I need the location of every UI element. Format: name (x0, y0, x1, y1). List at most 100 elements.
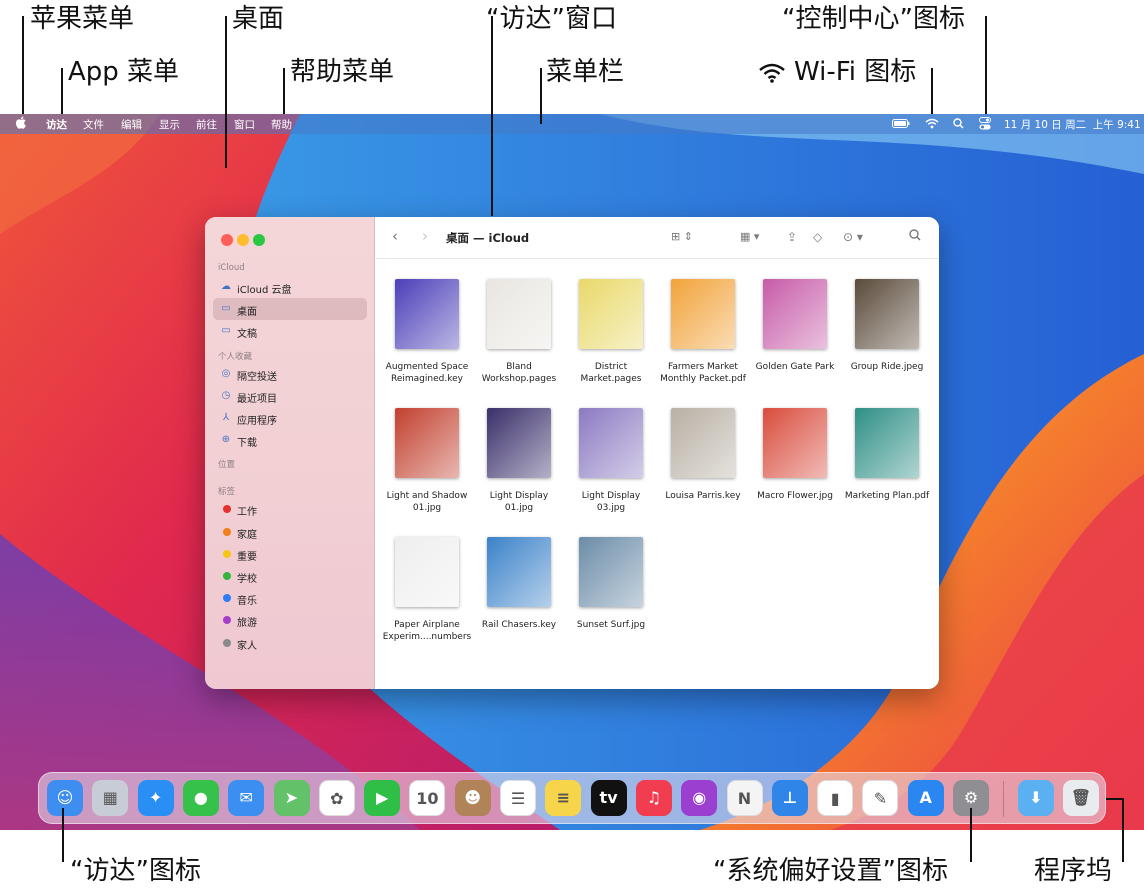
sidebar-item-label: 家庭 (237, 529, 257, 541)
file-thumbnail (487, 537, 551, 607)
spotlight-search-icon[interactable] (953, 118, 964, 132)
tag-icon[interactable]: ◇ (813, 229, 822, 245)
sidebar-item-label: 文稿 (237, 329, 257, 341)
close-button[interactable] (221, 234, 233, 246)
music-icon[interactable]: ♫ (635, 780, 672, 816)
apple-menu-icon[interactable] (15, 116, 27, 132)
file-item[interactable]: Bland Workshop.pages (473, 267, 565, 387)
callout-control-center-icon: “控制中心”图标 (782, 4, 965, 34)
file-item[interactable]: Marketing Plan.pdf (841, 396, 933, 516)
sidebar-item[interactable]: ▭ 桌面 (213, 298, 367, 321)
pages-icon[interactable]: ✎ (862, 780, 899, 816)
safari-icon[interactable]: ✦ (137, 780, 174, 816)
file-thumbnail (579, 279, 643, 349)
search-icon[interactable] (909, 229, 921, 246)
icon-view-icon[interactable]: ⊞ ⇕ (671, 229, 693, 245)
menu-view[interactable]: 显示 (159, 117, 180, 132)
mail-icon[interactable]: ✉ (228, 780, 265, 816)
tag-color-dot (223, 572, 231, 580)
menubar-clock[interactable]: 11 月 10 日 周二 上午 9:41 (1004, 117, 1141, 132)
tag-color-dot (223, 638, 231, 647)
zoom-button[interactable] (253, 234, 265, 246)
minimize-button[interactable] (237, 234, 249, 246)
news-icon[interactable]: N (726, 780, 763, 816)
file-item[interactable]: Sunset Surf.jpg (565, 525, 657, 645)
file-thumbnail (855, 408, 919, 478)
file-item[interactable]: Light and Shadow 01.jpg (381, 396, 473, 516)
finder-window[interactable]: iCloud ☁ iCloud 云盘 ▭ 桌面 ▭ 文稿 个人收藏 ◎ 隔空投送 ◷ 最近项目 ⅄ 应用程… (205, 217, 939, 689)
battery-icon[interactable] (892, 119, 910, 131)
app-store-icon[interactable]: A (907, 780, 944, 816)
file-item[interactable]: Farmers Market Monthly Packet.pdf (657, 267, 749, 387)
file-item[interactable]: Rail Chasers.key (473, 525, 565, 645)
sidebar-item[interactable]: 学校 (213, 565, 367, 587)
numbers-icon[interactable]: ▮ (817, 780, 854, 816)
sidebar-item[interactable]: 家人 (213, 632, 367, 654)
finder-icon[interactable]: ☺ (47, 780, 83, 816)
reminders-icon[interactable]: ☰ (500, 780, 536, 816)
file-name: Augmented Space Reimagined.key (385, 362, 469, 384)
group-icon[interactable]: ▦ ▾ (740, 229, 759, 245)
share-icon[interactable]: ⇪ (787, 229, 797, 245)
file-name: Sunset Surf.jpg (576, 620, 646, 630)
sidebar-item-label: 家人 (237, 640, 257, 652)
notes-icon[interactable]: ≡ (545, 780, 582, 816)
more-actions-icon[interactable]: ⊙ ▾ (843, 229, 863, 245)
tv-icon[interactable]: tv (590, 780, 627, 816)
file-item[interactable]: Augmented Space Reimagined.key (381, 267, 473, 387)
sidebar-item-label: 工作 (237, 507, 257, 519)
menu-window[interactable]: 窗口 (234, 117, 255, 132)
menu-edit[interactable]: 编辑 (121, 117, 142, 132)
callout-help-menu: 帮助菜单 (290, 57, 395, 87)
file-name: Group Ride.jpeg (850, 362, 924, 372)
keynote-icon[interactable]: ⊥ (771, 780, 808, 816)
sidebar-item[interactable]: ◎ 隔空投送 (213, 363, 367, 385)
menu-finder[interactable]: 访达 (46, 117, 67, 132)
downloads-folder-icon[interactable]: ⬇ (1018, 780, 1054, 816)
sidebar-item[interactable]: 重要 (213, 543, 367, 565)
file-item[interactable]: Macro Flower.jpg (749, 396, 841, 516)
download-icon: ⊕ (221, 434, 231, 446)
cloud-icon: ☁ (221, 281, 231, 292)
leader-dock (1122, 798, 1124, 862)
file-grid: Augmented Space Reimagined.key Bland Work… (376, 259, 939, 689)
sidebar-item[interactable]: ▭ 文稿 (213, 320, 367, 342)
podcasts-icon[interactable]: ◉ (681, 780, 718, 816)
sidebar-item[interactable]: ⅄ 应用程序 (213, 407, 367, 429)
wifi-status-icon[interactable] (925, 118, 939, 132)
trash-icon[interactable]: 🗑 (1063, 780, 1099, 816)
photos-icon[interactable]: ✿ (318, 780, 355, 816)
callout-apple-menu: 苹果菜单 (30, 4, 135, 34)
sidebar-item[interactable]: ☁ iCloud 云盘 (213, 276, 367, 298)
forward-button[interactable]: › (422, 228, 428, 244)
control-center-icon[interactable] (979, 117, 991, 133)
sidebar-item[interactable]: 工作 (213, 498, 367, 520)
file-item[interactable]: Light Display 01.jpg (473, 396, 565, 516)
menu-go[interactable]: 前往 (196, 117, 217, 132)
sidebar-item[interactable]: 旅游 (213, 609, 367, 631)
maps-icon[interactable]: ➤ (273, 780, 310, 816)
sidebar-item[interactable]: 家庭 (213, 521, 367, 543)
contacts-icon[interactable]: ☻ (454, 780, 491, 816)
launchpad-icon[interactable]: ▦ (92, 780, 129, 816)
file-item[interactable]: Golden Gate Park (749, 267, 841, 387)
sidebar-item[interactable]: 音乐 (213, 587, 367, 609)
sidebar-item[interactable]: ◷ 最近项目 (213, 385, 367, 407)
leader-apple-menu (22, 16, 24, 114)
file-thumbnail (395, 408, 459, 478)
file-item[interactable]: Light Display 03.jpg (565, 396, 657, 516)
file-thumbnail (487, 408, 551, 478)
file-thumbnail (671, 279, 735, 349)
file-item[interactable]: Paper Airplane Experim....numbers (381, 525, 473, 645)
sidebar-item[interactable]: ⊕ 下载 (213, 429, 367, 451)
menu-help[interactable]: 帮助 (271, 117, 292, 132)
file-item[interactable]: Group Ride.jpeg (841, 267, 933, 387)
messages-icon[interactable]: ● (182, 780, 219, 816)
file-item[interactable]: District Market.pages (565, 267, 657, 387)
facetime-icon[interactable]: ▶ (364, 780, 401, 816)
menu-file[interactable]: 文件 (83, 117, 104, 132)
file-thumbnail (395, 279, 459, 349)
calendar-icon[interactable]: 10 (409, 780, 446, 816)
file-item[interactable]: Louisa Parris.key (657, 396, 749, 516)
back-button[interactable]: ‹ (392, 228, 398, 244)
